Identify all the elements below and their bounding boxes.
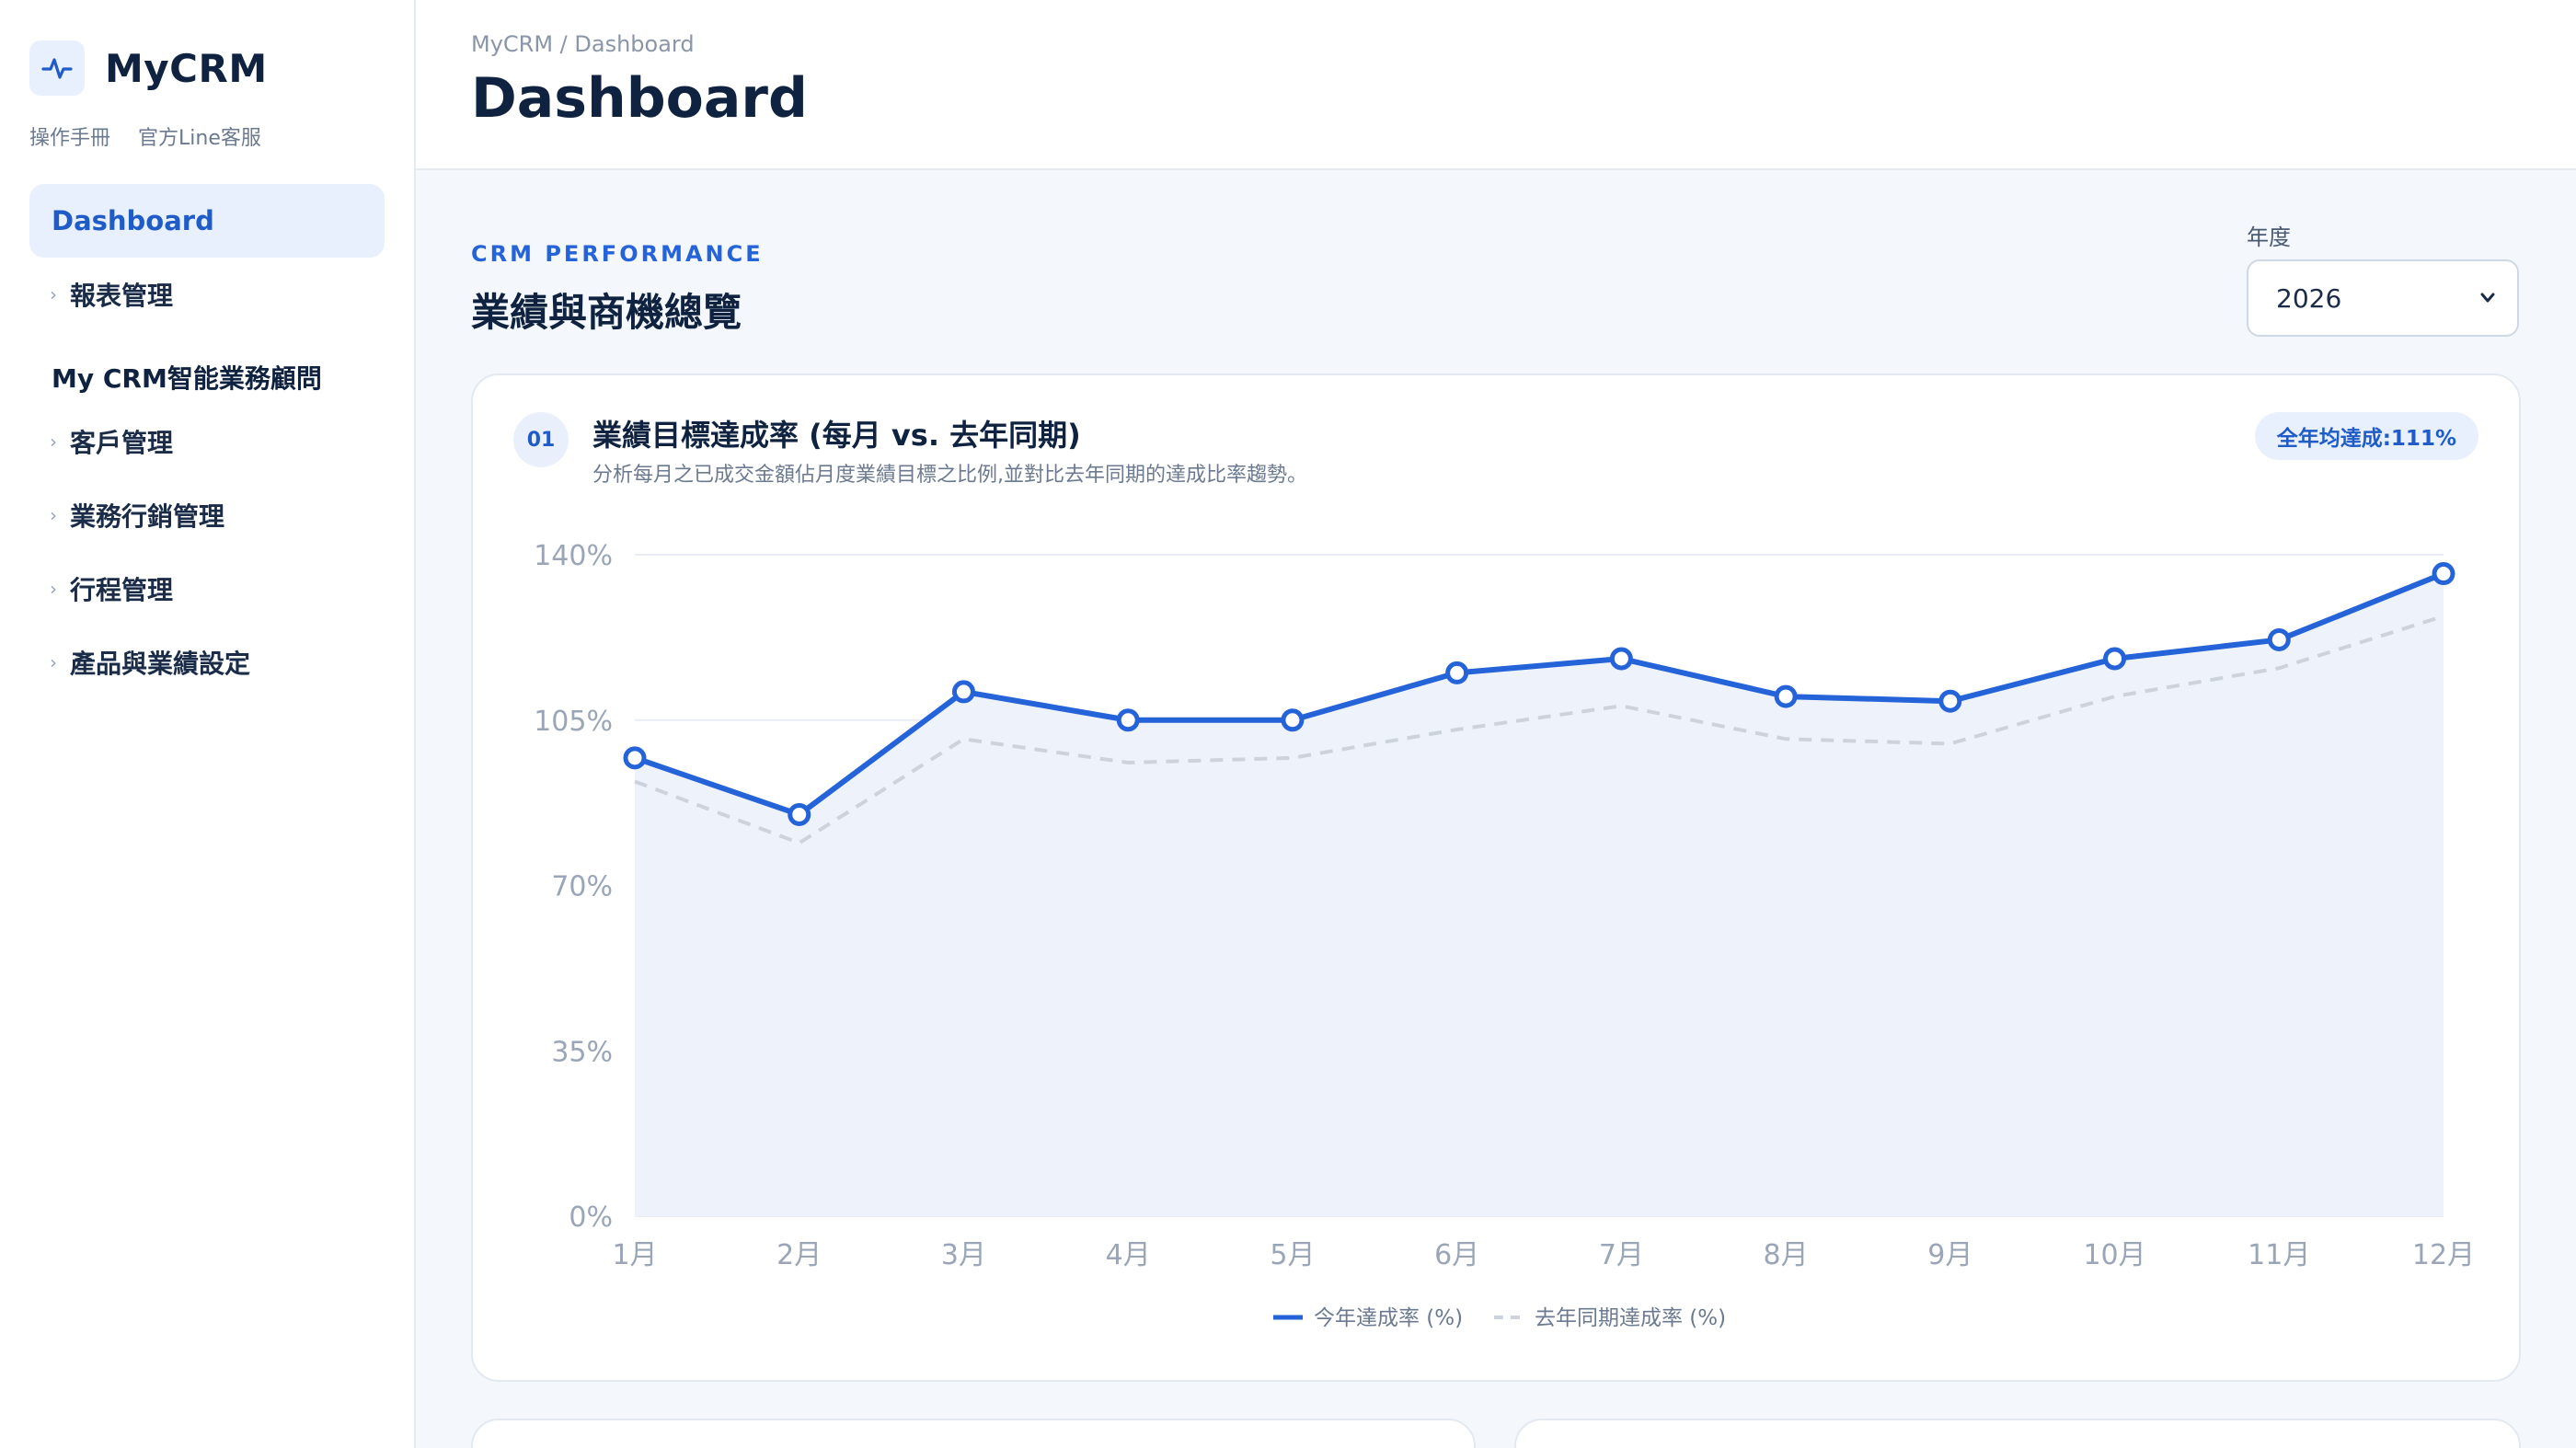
chevron-right-icon: › <box>50 578 57 600</box>
current-series-point <box>1116 708 1140 732</box>
y-tick-label: 70% <box>551 871 613 903</box>
achievement-line-chart: 0% 35% 70% 105% 140% 1月 2月 3月 4月 5月 6月 7月 8月 9月 10月 11月… <box>534 540 2475 1330</box>
chevron-right-icon: › <box>50 504 57 526</box>
app-name: MyCRM <box>105 45 268 91</box>
x-tick-label: 5月 <box>1270 1239 1315 1271</box>
manual-link[interactable]: 操作手冊 <box>29 121 110 151</box>
sidebar-item-label: 產品與業績設定 <box>70 649 251 679</box>
year-select-value: 2026 <box>2276 282 2342 314</box>
x-tick-label: 11月 <box>2248 1239 2310 1271</box>
x-tick-label: 6月 <box>1434 1239 1479 1271</box>
pulse-icon <box>29 40 85 96</box>
brand[interactable]: MyCRM <box>29 40 268 96</box>
breadcrumb[interactable]: MyCRM / Dashboard <box>471 31 695 57</box>
sidebar-item-label: 客戶管理 <box>70 428 174 458</box>
current-series-point <box>1774 684 1798 708</box>
current-series-point <box>1938 689 1962 713</box>
current-series-point <box>1445 661 1469 684</box>
sidebar-item-marketing[interactable]: › 業務行銷管理 <box>50 497 224 534</box>
chevron-right-icon: › <box>50 431 57 453</box>
x-tick-label: 7月 <box>1599 1239 1644 1271</box>
page-header: MyCRM / Dashboard Dashboard <box>416 0 2576 170</box>
sidebar-item-reports[interactable]: › 報表管理 <box>50 276 173 313</box>
current-series-point <box>2267 627 2291 651</box>
y-tick-label: 105% <box>534 706 613 738</box>
y-tick-label: 0% <box>569 1201 613 1234</box>
x-tick-label: 2月 <box>776 1239 822 1271</box>
sidebar-item-products[interactable]: › 產品與業績設定 <box>50 644 250 681</box>
current-series-point <box>788 802 811 826</box>
next-card-right <box>1514 1419 2521 1448</box>
next-card-left <box>471 1419 1476 1448</box>
current-series-point <box>2432 562 2455 586</box>
y-tick-label: 35% <box>551 1036 613 1068</box>
sidebar: MyCRM 操作手冊 官方Line客服 Dashboard › 報表管理 My … <box>0 0 416 1448</box>
achievement-rate-card: 01 業績目標達成率 (每月 vs. 去年同期) 分析每月之已成交金額佔月度業績… <box>471 373 2521 1382</box>
current-series-point <box>2103 647 2127 671</box>
x-tick-label: 10月 <box>2083 1239 2145 1271</box>
chevron-right-icon: › <box>50 283 57 305</box>
current-series-point <box>1609 647 1633 671</box>
y-tick-label: 140% <box>534 540 613 572</box>
year-select[interactable]: 2026 <box>2247 259 2519 337</box>
line-support-link[interactable]: 官方Line客服 <box>138 121 261 151</box>
x-tick-label: 9月 <box>1927 1239 1972 1271</box>
legend-label-previous: 去年同期達成率 (%) <box>1535 1306 1726 1330</box>
section-title: 業績與商機總覽 <box>471 290 742 335</box>
x-tick-label: 8月 <box>1764 1239 1809 1271</box>
sidebar-item-label: 報表管理 <box>70 281 174 311</box>
sidebar-item-schedule[interactable]: › 行程管理 <box>50 570 173 607</box>
current-series-area <box>635 573 2444 1216</box>
current-series-point <box>1281 708 1305 732</box>
sidebar-section-title: My CRM智能業務顧問 <box>52 363 322 394</box>
section-kicker: CRM PERFORMANCE <box>471 241 764 267</box>
current-series-point <box>951 680 975 704</box>
chevron-right-icon: › <box>50 651 57 673</box>
x-tick-label: 1月 <box>612 1239 657 1271</box>
legend-label-current: 今年達成率 (%) <box>1314 1306 1463 1330</box>
x-tick-label: 12月 <box>2412 1239 2475 1271</box>
page-title: Dashboard <box>471 66 808 131</box>
sidebar-item-customers[interactable]: › 客戶管理 <box>50 423 173 460</box>
sidebar-links: 操作手冊 官方Line客服 <box>29 121 261 151</box>
year-label: 年度 <box>2247 224 2291 250</box>
sidebar-item-label: 業務行銷管理 <box>70 501 225 532</box>
sidebar-item-dashboard[interactable]: Dashboard <box>29 184 385 258</box>
x-tick-label: 3月 <box>941 1239 986 1271</box>
sidebar-item-label: 行程管理 <box>70 575 174 605</box>
current-series-point <box>623 746 647 770</box>
x-tick-label: 4月 <box>1106 1239 1151 1271</box>
chevron-down-icon <box>2480 293 2495 303</box>
